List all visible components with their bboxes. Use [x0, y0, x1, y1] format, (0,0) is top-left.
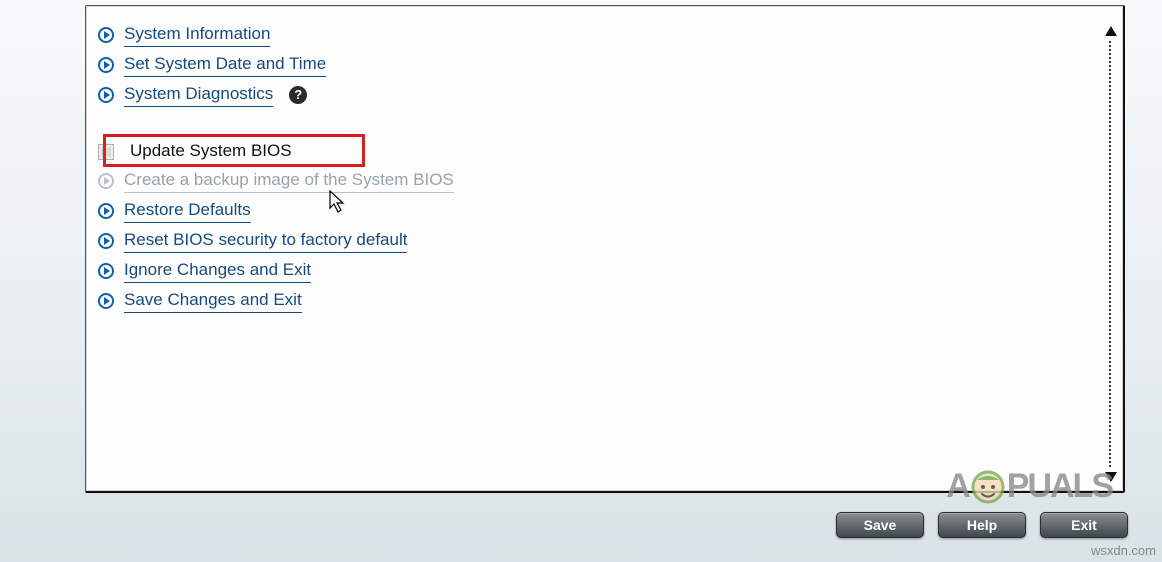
watermark-brand-right: PUALS	[1007, 467, 1112, 506]
menu-link[interactable]: System Information	[124, 23, 270, 47]
footer-buttons: Save Help Exit	[0, 512, 1128, 538]
help-button[interactable]: Help	[938, 512, 1026, 538]
menu-link[interactable]: Reset BIOS security to factory default	[124, 229, 407, 253]
watermark-logo: A PUALS	[946, 467, 1112, 506]
play-icon	[98, 27, 114, 43]
exit-button[interactable]: Exit	[1040, 512, 1128, 538]
save-button[interactable]: Save	[836, 512, 924, 538]
logo-face-icon	[971, 470, 1005, 504]
play-icon	[98, 203, 114, 219]
help-icon[interactable]: ?	[289, 86, 307, 104]
menu-link[interactable]: Update System BIOS	[130, 140, 292, 163]
watermark-brand-left: A	[946, 467, 969, 506]
menu-item-set-date-time[interactable]: Set System Date and Time	[98, 53, 1097, 77]
menu-link[interactable]: Restore Defaults	[124, 199, 251, 223]
menu-link: Create a backup image of the System BIOS	[124, 169, 454, 193]
menu-item-system-diagnostics[interactable]: System Diagnostics ?	[98, 83, 1097, 107]
play-icon	[98, 233, 114, 249]
play-icon	[98, 87, 114, 103]
play-icon	[98, 173, 114, 189]
menu-link[interactable]: Set System Date and Time	[124, 53, 326, 77]
menu-link[interactable]: Save Changes and Exit	[124, 289, 302, 313]
menu-link[interactable]: Ignore Changes and Exit	[124, 259, 311, 283]
menu-item-system-information[interactable]: System Information	[98, 23, 1097, 47]
menu-item-ignore-changes-exit[interactable]: Ignore Changes and Exit	[98, 259, 1097, 283]
menu-item-save-changes-exit[interactable]: Save Changes and Exit	[98, 289, 1097, 313]
play-icon	[98, 57, 114, 73]
play-icon	[98, 263, 114, 279]
selection-indicator-icon	[98, 144, 114, 160]
bios-panel: System Information Set System Date and T…	[85, 5, 1125, 493]
play-icon	[98, 293, 114, 309]
bios-menu-list: System Information Set System Date and T…	[98, 20, 1097, 319]
menu-item-create-backup-bios: Create a backup image of the System BIOS	[98, 169, 1097, 193]
menu-item-reset-bios-security[interactable]: Reset BIOS security to factory default	[98, 229, 1097, 253]
watermark-domain: wsxdn.com	[1091, 543, 1156, 558]
scrollbar-track[interactable]	[1109, 41, 1111, 467]
menu-item-restore-defaults[interactable]: Restore Defaults	[98, 199, 1097, 223]
menu-link[interactable]: System Diagnostics	[124, 83, 273, 107]
menu-item-update-system-bios[interactable]: Update System BIOS	[98, 140, 1097, 163]
scroll-up-icon[interactable]	[1103, 23, 1119, 39]
